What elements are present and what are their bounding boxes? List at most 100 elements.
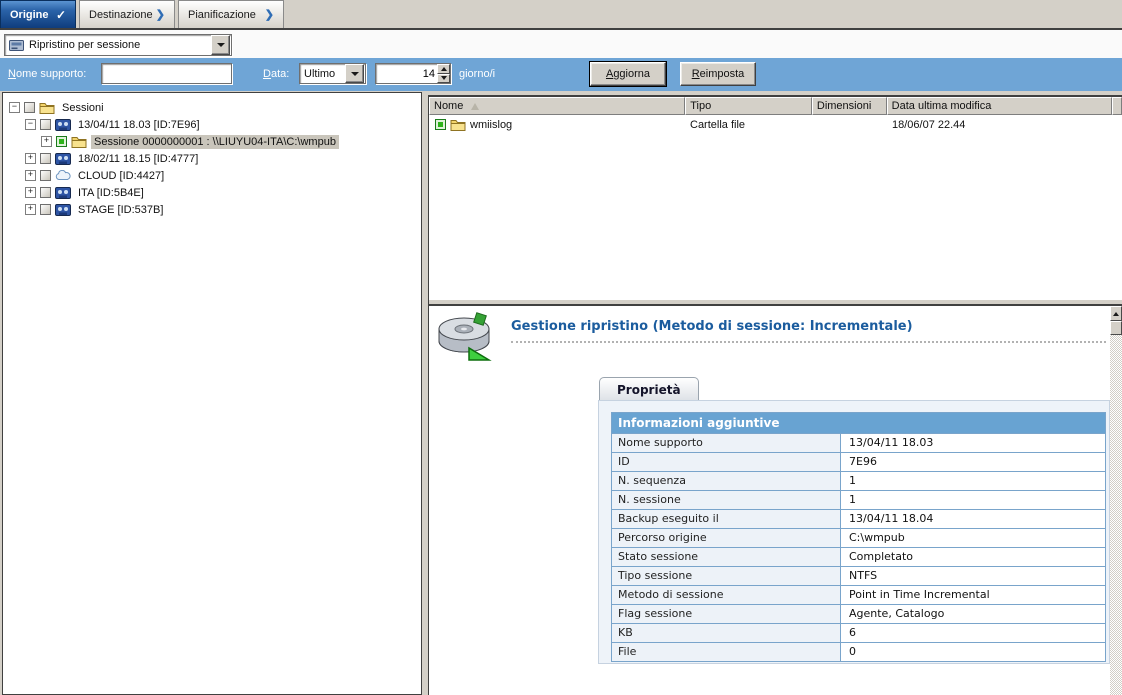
property-label: N. sessione [612,491,840,509]
collapse-icon[interactable]: − [9,102,20,113]
tree-item-label[interactable]: STAGE [ID:537B] [75,203,166,217]
property-value: 1 [840,472,1105,490]
date-range-value: Ultimo [304,68,335,80]
property-label: ID [612,453,840,471]
expand-icon[interactable]: + [25,153,36,164]
scrollbar-thumb[interactable] [1110,321,1122,335]
column-header-nome[interactable]: Nome [429,97,685,115]
date-range-combo[interactable]: Ultimo [299,63,366,84]
update-button[interactable]: Aggiorna [590,62,666,86]
tree-item[interactable]: − Sessioni [3,99,421,116]
property-value: Completato [840,548,1105,566]
check-icon [56,8,66,22]
tab-label: Destinazione [89,9,153,21]
tree-checkbox[interactable] [40,153,51,164]
tab-destinazione[interactable]: Destinazione [79,0,175,28]
chevron-up-icon [441,67,447,71]
property-row: Tipo sessioneNTFS [612,566,1105,585]
tree-item[interactable]: + CLOUD [ID:4427] [3,167,421,184]
sort-ascending-icon [471,103,479,110]
dropdown-button[interactable] [345,64,364,83]
tape-icon [55,187,71,199]
additional-info-table: Informazioni aggiuntive Nome supporto13/… [611,412,1106,662]
file-checkbox[interactable] [435,119,446,130]
days-spinner [375,63,451,84]
spinner-up-button[interactable] [437,64,450,74]
arrow-right-icon [156,8,165,21]
column-header-label: Tipo [690,100,711,112]
tree-checkbox[interactable] [56,136,67,147]
tree-item-label[interactable]: CLOUD [ID:4427] [75,169,167,183]
property-row: Backup eseguito il13/04/11 18.04 [612,509,1105,528]
tree-item[interactable]: − 13/04/11 18.03 [ID:7E96] [3,116,421,133]
vertical-scrollbar[interactable] [1110,306,1122,695]
days-unit-label: giorno/i [459,68,495,80]
collapse-icon[interactable]: − [25,119,36,130]
column-header-dimensioni[interactable]: Dimensioni [812,97,887,115]
expand-icon[interactable]: + [25,187,36,198]
restore-method-combo[interactable]: Ripristino per sessione [4,34,232,56]
tape-icon [55,204,71,216]
title-divider [511,341,1106,343]
file-list-header: Nome Tipo Dimensioni Data ultima modifica [429,97,1122,115]
dropdown-button[interactable] [211,35,230,55]
tree-item[interactable]: + STAGE [ID:537B] [3,201,421,218]
session-tree: − Sessioni − 13/04/11 18.03 [ID:7E96] + Sessi… [2,92,422,695]
column-header-label: Dimensioni [817,100,871,112]
property-label: Nome supporto [612,434,840,452]
additional-info-header: Informazioni aggiuntive [612,413,1105,433]
tree-item-label[interactable]: Sessione 0000000001 : \\LIUYU04-ITA\C:\w… [91,135,339,149]
expand-icon[interactable]: + [25,204,36,215]
tree-item[interactable]: + Sessione 0000000001 : \\LIUYU04-ITA\C:\… [3,133,421,150]
property-value: 1 [840,491,1105,509]
scroll-up-button[interactable] [1110,306,1122,321]
tree-checkbox[interactable] [40,170,51,181]
property-label: Backup eseguito il [612,510,840,528]
property-value: NTFS [840,567,1105,585]
property-value: Point in Time Incremental [840,586,1105,604]
folder-icon [450,118,466,131]
expand-icon[interactable]: + [25,170,36,181]
property-row: ID7E96 [612,452,1105,471]
tab-origine[interactable]: Origine [0,0,76,28]
property-row: Stato sessioneCompletato [612,547,1105,566]
media-name-input[interactable] [101,63,232,84]
file-row[interactable]: wmiislogCartella file18/06/07 22.44 [429,116,1122,133]
tree-checkbox[interactable] [40,119,51,130]
column-header-tipo[interactable]: Tipo [685,97,812,115]
tree-item-label[interactable]: Sessioni [59,101,107,115]
tree-item-label[interactable]: 18/02/11 18.15 [ID:4777] [75,152,201,166]
property-value: 6 [840,624,1105,642]
property-row: Metodo di sessionePoint in Time Incremen… [612,585,1105,604]
column-header-data-ultima-modifica[interactable]: Data ultima modifica [887,97,1112,115]
days-input[interactable] [376,64,437,83]
property-row: Nome supporto13/04/11 18.03 [612,433,1105,452]
tree-item[interactable]: +18/02/11 18.15 [ID:4777] [3,150,421,167]
tab-label: Origine [10,9,49,21]
expand-icon[interactable]: + [41,136,52,147]
property-row: N. sessione1 [612,490,1105,509]
spinner-down-button[interactable] [437,74,450,84]
property-label: N. sequenza [612,472,840,490]
tree-checkbox[interactable] [24,102,35,113]
tab-proprieta[interactable]: Proprietà [599,377,699,401]
tab-pianificazione[interactable]: Pianificazione [178,0,284,28]
tree-item-label[interactable]: 13/04/11 18.03 [ID:7E96] [75,118,203,132]
tree-item[interactable]: + ITA [ID:5B4E] [3,184,421,201]
property-value: C:\wmpub [840,529,1105,547]
property-row: N. sequenza1 [612,471,1105,490]
tree-item-label[interactable]: ITA [ID:5B4E] [75,186,147,200]
folder-icon [71,135,87,148]
folder-icon [39,101,55,114]
cloud-icon [55,170,71,181]
file-name[interactable]: wmiislog [470,119,512,131]
property-row: File0 [612,642,1105,661]
file-list: Nome Tipo Dimensioni Data ultima modifica w… [428,95,1122,300]
arrow-right-icon [265,8,274,21]
tree-checkbox[interactable] [40,204,51,215]
file-modified: 18/06/07 22.44 [888,119,1114,131]
tree-checkbox[interactable] [40,187,51,198]
tape-icon [55,153,71,165]
reset-button[interactable]: Reimposta [680,62,756,86]
chevron-down-icon [351,72,359,76]
